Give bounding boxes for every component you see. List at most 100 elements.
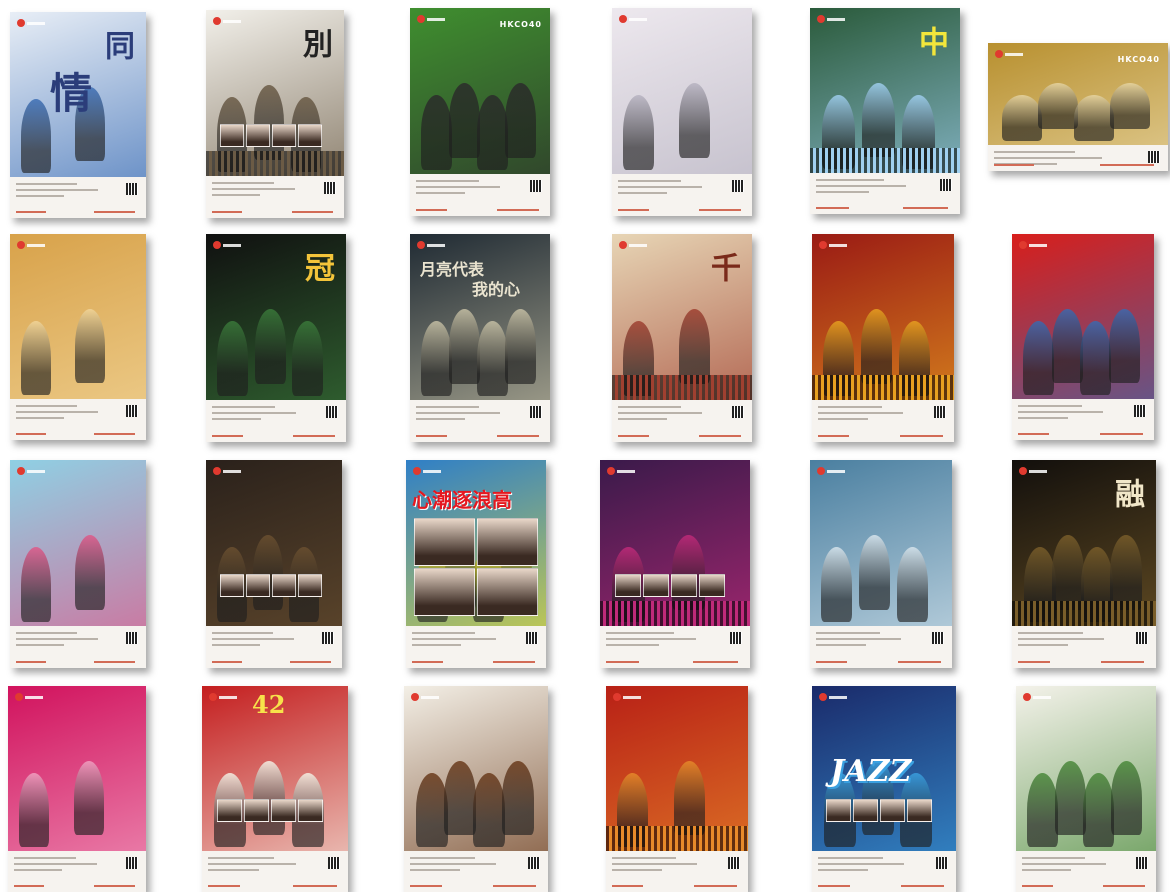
info-text-line [412, 644, 461, 646]
portrait-thumb [699, 574, 725, 597]
poster: HKCO40 [988, 43, 1168, 171]
qr-code [1136, 632, 1148, 644]
performer-figure [505, 309, 536, 384]
poster [1012, 234, 1154, 440]
poster-title: 千 [705, 252, 740, 282]
portrait-thumb [414, 518, 475, 566]
info-text-line [898, 661, 941, 663]
logo-wordmark [27, 470, 45, 473]
info-text-line [1100, 433, 1143, 435]
poster-title: 別 [297, 28, 332, 58]
info-text-line [290, 661, 331, 663]
qr-code [126, 405, 138, 417]
poster: 中 [810, 8, 960, 214]
orchestra-stage [600, 601, 750, 626]
info-text-line [1018, 433, 1049, 435]
qr-code [530, 406, 542, 418]
logo-wordmark [623, 696, 641, 699]
poster-artwork [812, 234, 954, 400]
info-text-line [612, 869, 662, 871]
poster-artwork: 同情 [10, 12, 146, 177]
info-text-line [212, 632, 273, 634]
performer-figure [1074, 95, 1114, 141]
info-text-line [816, 207, 849, 209]
info-text-line [410, 863, 496, 865]
performer-figure [444, 761, 476, 835]
portrait-thumb [826, 799, 851, 822]
hkco-logo [817, 467, 847, 477]
performer-figure [477, 321, 508, 396]
info-text-line [693, 661, 738, 663]
poster-artwork: 心潮逐浪高 [406, 460, 546, 626]
orchestra-stage [810, 148, 960, 173]
info-text-line [208, 869, 259, 871]
poster: 同情 [10, 12, 146, 218]
poster-title: 42 [252, 690, 286, 719]
info-text-line [1018, 638, 1104, 640]
qr-code [932, 632, 944, 644]
info-text-line [606, 638, 696, 640]
qr-code [126, 632, 138, 644]
info-text-line [699, 209, 741, 211]
poster-artwork [810, 460, 952, 626]
info-text-line [816, 661, 847, 663]
logo-mark [817, 15, 825, 23]
poster: 千 [612, 234, 752, 442]
info-text-line [618, 418, 667, 420]
info-text-line [694, 885, 737, 887]
poster [206, 460, 342, 668]
logo-mark [213, 17, 221, 25]
info-text-line [1018, 411, 1103, 413]
poster [810, 460, 952, 668]
performer-figure [1002, 95, 1042, 141]
info-text-line [208, 885, 240, 887]
info-text-line [94, 433, 135, 435]
performer-figure [473, 773, 505, 847]
performer-figure [254, 85, 284, 160]
info-text-line [292, 211, 333, 213]
logo-mark [17, 467, 25, 475]
hkco-logo [17, 241, 47, 251]
logo-wordmark [827, 470, 845, 473]
info-text-line [1022, 869, 1071, 871]
logo-wordmark [629, 18, 647, 21]
logo-mark [1019, 467, 1027, 475]
poster-artwork: HKCO40 [410, 8, 550, 174]
hkco-logo [1019, 467, 1049, 477]
hkco-logo [607, 467, 637, 477]
logo-mark [819, 693, 827, 701]
qr-code [126, 857, 138, 869]
info-text-line [497, 435, 539, 437]
logo-wordmark [827, 18, 845, 21]
qr-code [328, 857, 340, 869]
info-text-line [1101, 661, 1144, 663]
logo-mark [619, 15, 627, 23]
portrait-thumb [272, 124, 296, 147]
hkco-logo [411, 693, 441, 703]
qr-code [324, 182, 336, 194]
performer-figure [1110, 535, 1142, 610]
info-text-line [816, 632, 880, 634]
poster-artwork [10, 460, 146, 626]
portrait-thumb [615, 574, 641, 597]
hkco-logo [619, 15, 649, 25]
info-text-line [14, 869, 62, 871]
info-text-line [212, 661, 242, 663]
qr-code [940, 179, 952, 191]
portrait-thumb [246, 574, 270, 597]
portrait-thumb [880, 799, 905, 822]
poster-info-strip [202, 851, 348, 892]
info-text-line [818, 418, 868, 420]
qr-code [936, 857, 948, 869]
info-text-line [818, 406, 882, 408]
poster-info-strip [206, 400, 346, 442]
logo-mark [17, 19, 25, 27]
info-text-line [612, 863, 697, 865]
poster-info-strip [1012, 626, 1156, 668]
performer-figure [253, 535, 283, 610]
hkco-logo [417, 241, 447, 251]
poster-info-strip [612, 400, 752, 442]
info-text-line [1018, 417, 1068, 419]
portrait-thumb [643, 574, 669, 597]
poster-info-strip [812, 851, 956, 892]
